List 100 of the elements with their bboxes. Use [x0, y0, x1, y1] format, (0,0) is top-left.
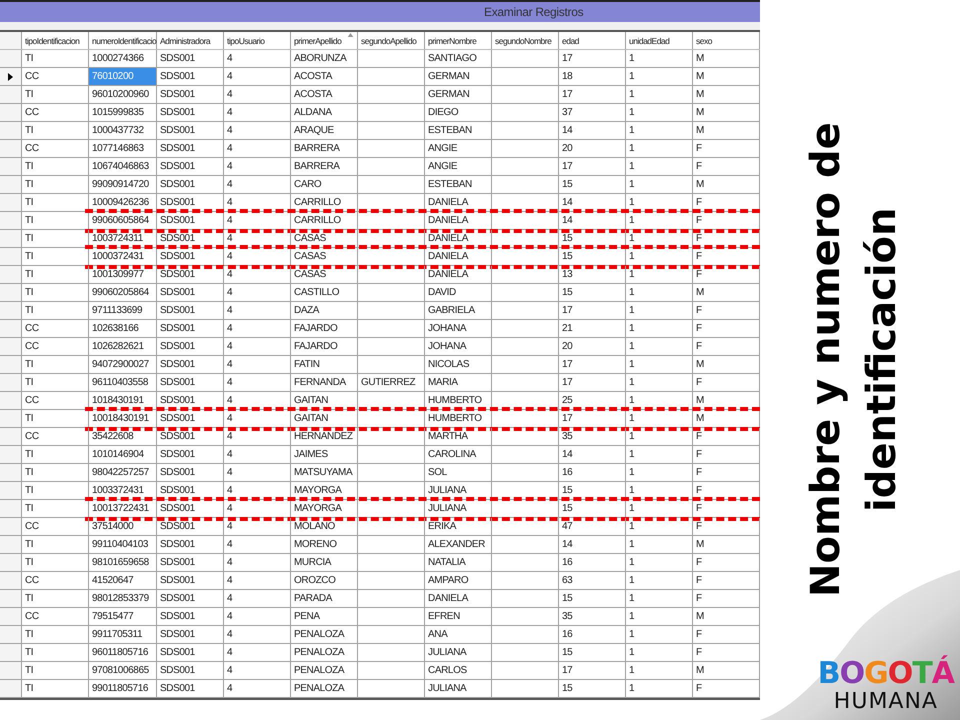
table-cell: 18 — [559, 68, 626, 85]
table-cell: 1 — [626, 284, 693, 301]
table-cell: M — [693, 104, 760, 121]
table-row[interactable]: TI 98012853379 SDS001 4 PARADA DANIELA 15 1 F — [0, 590, 760, 608]
table-row[interactable]: TI 99060605864 SDS001 4 CARRILLO DANIELA 14 1 F — [0, 212, 760, 230]
table-cell: 1 — [626, 140, 693, 157]
table-cell: MARIA — [425, 374, 492, 391]
row-header[interactable] — [0, 68, 22, 85]
table-cell: TI — [22, 410, 89, 427]
logo-letter: O — [888, 658, 912, 690]
table-row[interactable]: TI 99060205864 SDS001 4 CASTILLO DAVID 15 1 M — [0, 284, 760, 302]
table-cell: 1 — [626, 338, 693, 355]
table-cell: 1 — [626, 482, 693, 499]
table-row[interactable]: TI 96010200960 SDS001 4 ACOSTA GERMAN 17 1 M — [0, 86, 760, 104]
table-cell: 1 — [626, 590, 693, 607]
table-row[interactable]: CC 41520647 SDS001 4 OROZCO AMPARO 63 1 F — [0, 572, 760, 590]
table-row[interactable]: TI 1001309977 SDS001 4 CASAS DANIELA 13 1 F — [0, 266, 760, 284]
table-row[interactable]: TI 98101659658 SDS001 4 MURCIA NATALIA 16 1 F — [0, 554, 760, 572]
table-cell: ANGIE — [425, 140, 492, 157]
table-row[interactable]: CC 35422608 SDS001 4 HERNANDEZ MARTHA 35 1 F — [0, 428, 760, 446]
table-cell: 96010200960 — [89, 86, 157, 103]
table-cell: HUMBERTO — [425, 392, 492, 409]
table-row[interactable]: TI 1000372431 SDS001 4 CASAS DANIELA 15 1 F — [0, 248, 760, 266]
column-header[interactable]: primerNombre — [425, 32, 492, 49]
window-title: Examinar Registros — [484, 5, 584, 19]
table-cell: 16 — [559, 554, 626, 571]
table-cell: DIEGO — [425, 104, 492, 121]
column-header[interactable]: unidadEdad — [626, 32, 693, 49]
table-cell: 4 — [224, 50, 291, 67]
table-row[interactable]: TI 9911705311 SDS001 4 PENALOZA ANA 16 1 F — [0, 626, 760, 644]
table-cell: SDS001 — [157, 428, 224, 445]
table-cell: SDS001 — [157, 140, 224, 157]
table-cell: 15 — [559, 248, 626, 265]
table-row[interactable]: TI 98042257257 SDS001 4 MATSUYAMA SOL 16 1 F — [0, 464, 760, 482]
table-row[interactable]: TI 94072900027 SDS001 4 FATIN NICOLAS 17 1 M — [0, 356, 760, 374]
table-cell: M — [693, 50, 760, 67]
table-cell: F — [693, 464, 760, 481]
table-cell: SDS001 — [157, 392, 224, 409]
table-row[interactable]: CC 37514000 SDS001 4 MOLANO ERIKA 47 1 F — [0, 518, 760, 536]
table-cell: 4 — [224, 626, 291, 643]
column-header[interactable]: segundoApellido — [358, 32, 425, 49]
table-row[interactable]: TI 1000437732 SDS001 4 ARAQUE ESTEBAN 14 1 M — [0, 122, 760, 140]
table-cell: 4 — [224, 428, 291, 445]
table-cell: 1026282621 — [89, 338, 157, 355]
table-cell: FERNANDA — [291, 374, 358, 391]
table-cell: SDS001 — [157, 158, 224, 175]
table-row[interactable]: CC 76010200 SDS001 4 ACOSTA GERMAN 18 1 M — [0, 68, 760, 86]
table-row[interactable]: TI 1000274366 SDS001 4 ABORUNZA SANTIAGO 17 1 M — [0, 50, 760, 68]
table-cell: TI — [22, 374, 89, 391]
table-row[interactable]: TI 10009426236 SDS001 4 CARRILLO DANIELA 14 1 F — [0, 194, 760, 212]
logo-letter: G — [864, 658, 888, 690]
table-cell: 4 — [224, 338, 291, 355]
table-cell: 1 — [626, 572, 693, 589]
table-cell: SDS001 — [157, 122, 224, 139]
table-cell: M — [693, 284, 760, 301]
table-cell: SDS001 — [157, 500, 224, 517]
column-header[interactable]: segundoNombre — [492, 32, 559, 49]
table-cell: 4 — [224, 662, 291, 679]
table-cell: CC — [22, 320, 89, 337]
table-cell: 14 — [559, 536, 626, 553]
table-row[interactable]: CC 102638166 SDS001 4 FAJARDO JOHANA 21 1 F — [0, 320, 760, 338]
table-row[interactable]: TI 99011805716 SDS001 4 PENALOZA JULIANA 15 1 F — [0, 680, 760, 698]
table-cell: F — [693, 140, 760, 157]
table-row[interactable]: TI 10018430191 SDS001 4 GAITAN HUMBERTO 17 1 M — [0, 410, 760, 428]
column-header[interactable]: tipoIdentificacion — [22, 32, 89, 49]
table-row[interactable]: TI 96011805716 SDS001 4 PENALOZA JULIANA 15 1 F — [0, 644, 760, 662]
table-row[interactable]: TI 10013722431 SDS001 4 MAYORGA JULIANA 15 1 F — [0, 500, 760, 518]
table-cell: MURCIA — [291, 554, 358, 571]
table-cell: MATSUYAMA — [291, 464, 358, 481]
table-row[interactable]: TI 96110403558 SDS001 4 FERNANDA GUTIERREZ MARIA 17 1 F — [0, 374, 760, 392]
table-row[interactable]: CC 1018430191 SDS001 4 GAITAN HUMBERTO 25 1 M — [0, 392, 760, 410]
table-row[interactable]: CC 1015999835 SDS001 4 ALDANA DIEGO 37 1 M — [0, 104, 760, 122]
table-cell: DANIELA — [425, 212, 492, 229]
table-cell: CARRILLO — [291, 212, 358, 229]
table-row[interactable]: CC 79515477 SDS001 4 PENA EFREN 35 1 M — [0, 608, 760, 626]
column-header[interactable]: primerApellido — [291, 32, 358, 49]
table-row[interactable]: TI 1003372431 SDS001 4 MAYORGA JULIANA 15 1 F — [0, 482, 760, 500]
table-cell: SDS001 — [157, 464, 224, 481]
table-cell: 4 — [224, 554, 291, 571]
column-header[interactable]: sexo — [693, 32, 760, 49]
table-row[interactable]: TI 97081006865 SDS001 4 PENALOZA CARLOS 17 1 M — [0, 662, 760, 680]
table-cell: 25 — [559, 392, 626, 409]
table-row[interactable]: CC 1077146863 SDS001 4 BARRERA ANGIE 20 1 F — [0, 140, 760, 158]
table-cell: OROZCO — [291, 572, 358, 589]
table-row[interactable]: TI 1003724311 SDS001 4 CASAS DANIELA 15 1 F — [0, 230, 760, 248]
table-row[interactable]: TI 99110404103 SDS001 4 MORENO ALEXANDER 14 1 M — [0, 536, 760, 554]
table-cell: SDS001 — [157, 680, 224, 697]
table-cell: 4 — [224, 68, 291, 85]
table-row[interactable]: TI 10674046863 SDS001 4 BARRERA ANGIE 17 1 F — [0, 158, 760, 176]
column-header[interactable]: tipoUsuario — [224, 32, 291, 49]
column-header[interactable]: edad — [559, 32, 626, 49]
table-cell: 96011805716 — [89, 644, 157, 661]
column-header[interactable]: Administradora — [157, 32, 224, 49]
table-row[interactable]: CC 1026282621 SDS001 4 FAJARDO JOHANA 20 1 F — [0, 338, 760, 356]
table-row[interactable]: TI 9711133699 SDS001 4 DAZA GABRIELA 17 1 F — [0, 302, 760, 320]
table-row[interactable]: TI 99090914720 SDS001 4 CARO ESTEBAN 15 1 M — [0, 176, 760, 194]
table-cell: 17 — [559, 158, 626, 175]
table-row[interactable]: TI 1010146904 SDS001 4 JAIMES CAROLINA 14 1 F — [0, 446, 760, 464]
table-cell: TI — [22, 482, 89, 499]
column-header[interactable]: numeroIdentificacio — [89, 32, 157, 49]
